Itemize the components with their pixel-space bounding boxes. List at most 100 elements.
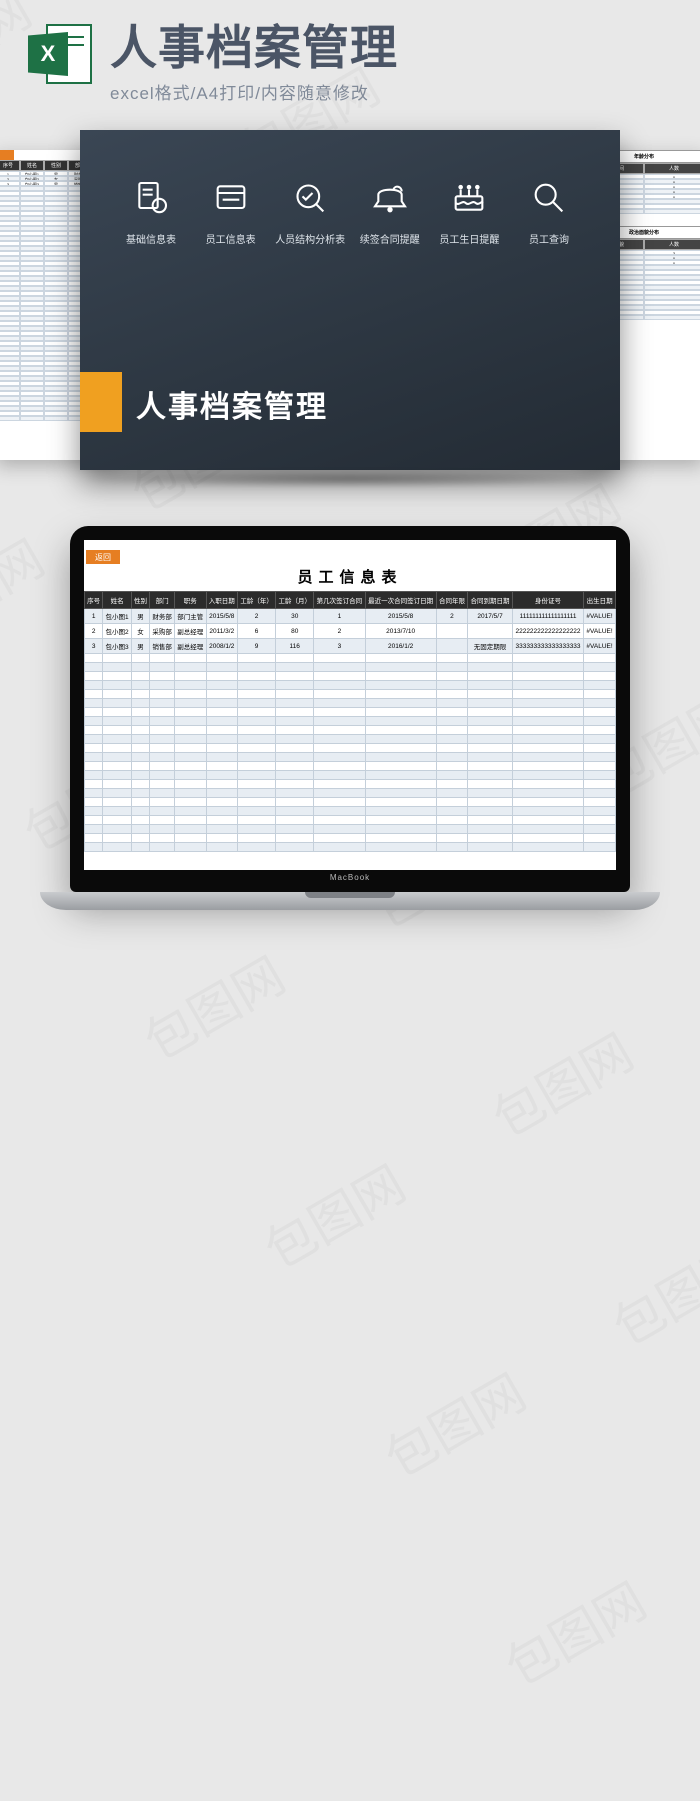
table-cell: [103, 825, 132, 834]
icon-label: 基础信息表: [126, 231, 176, 246]
analysis-button[interactable]: 人员结构分析表: [275, 178, 345, 246]
table-cell: [276, 672, 314, 681]
table-row[interactable]: [85, 663, 616, 672]
table-row[interactable]: [85, 753, 616, 762]
basic-info-button[interactable]: 基础信息表: [116, 178, 186, 246]
birthday-alert-button[interactable]: 员工生日提醒: [434, 178, 504, 246]
table-cell: [175, 708, 207, 717]
table-cell: [103, 834, 132, 843]
table-cell: 2015/5/8: [365, 609, 436, 624]
table-cell: [468, 717, 513, 726]
table-cell: [175, 717, 207, 726]
table-cell: [206, 771, 238, 780]
table-cell: [150, 816, 175, 825]
table-row[interactable]: [85, 699, 616, 708]
employee-info-button[interactable]: 员工信息表: [196, 178, 266, 246]
table-cell: 2015/5/8: [206, 609, 238, 624]
table-cell: [206, 753, 238, 762]
table-cell: [584, 807, 616, 816]
table-cell: [103, 672, 132, 681]
table-row[interactable]: [85, 816, 616, 825]
table-cell: [314, 834, 365, 843]
table-row[interactable]: [85, 708, 616, 717]
table-row[interactable]: [85, 825, 616, 834]
table-cell: 副总经理: [175, 639, 207, 654]
table-cell: [85, 663, 103, 672]
table-cell: [468, 780, 513, 789]
table-cell: [468, 726, 513, 735]
laptop-screen: 返回 员工信息表 序号姓名性别部门职务入职日期工龄（年）工龄（月）第几次签订合同…: [84, 540, 616, 870]
table-row[interactable]: 2包小图2女采购部副总经理2011/3/268022013/7/10222222…: [85, 624, 616, 639]
table-row[interactable]: [85, 807, 616, 816]
table-row[interactable]: [85, 744, 616, 753]
table-cell: [276, 663, 314, 672]
table-cell: [238, 807, 276, 816]
table-row[interactable]: [85, 843, 616, 852]
table-cell: [512, 681, 583, 690]
card-title: 人事档案管理: [122, 372, 348, 434]
table-cell: [436, 816, 468, 825]
table-cell: [512, 834, 583, 843]
table-cell: [512, 753, 583, 762]
table-cell: [131, 834, 149, 843]
table-cell: [103, 780, 132, 789]
table-cell: [436, 762, 468, 771]
table-cell: [436, 708, 468, 717]
table-cell: [468, 789, 513, 798]
table-cell: [468, 663, 513, 672]
table-cell: [85, 798, 103, 807]
table-cell: [103, 654, 132, 663]
excel-logo-letter: X: [28, 32, 68, 76]
return-button[interactable]: 返回: [86, 550, 120, 564]
table-cell: 包小图2: [103, 624, 132, 639]
table-row[interactable]: 1包小图1男财务部部门主管2015/5/823012015/5/822017/5…: [85, 609, 616, 624]
table-row[interactable]: [85, 834, 616, 843]
table-row[interactable]: [85, 798, 616, 807]
table-cell: [206, 834, 238, 843]
table-row[interactable]: [85, 717, 616, 726]
table-row[interactable]: [85, 672, 616, 681]
table-cell: [584, 753, 616, 762]
table-cell: [206, 825, 238, 834]
table-cell: [238, 816, 276, 825]
table-cell: [584, 663, 616, 672]
table-cell: [85, 681, 103, 690]
contract-alert-button[interactable]: 续签合同提醒: [355, 178, 425, 246]
table-cell: [314, 762, 365, 771]
table-row[interactable]: 3包小图3男销售部副总经理2008/1/2911632016/1/2无固定期限3…: [85, 639, 616, 654]
table-cell: [584, 717, 616, 726]
table-cell: [436, 780, 468, 789]
table-cell: [512, 843, 583, 852]
table-cell: [103, 807, 132, 816]
table-cell: [436, 789, 468, 798]
table-row[interactable]: [85, 771, 616, 780]
search-button[interactable]: 员工查询: [514, 178, 584, 246]
table-row[interactable]: [85, 762, 616, 771]
table-cell: [584, 825, 616, 834]
table-cell: [175, 690, 207, 699]
table-cell: [276, 843, 314, 852]
excel-logo: X: [28, 24, 92, 88]
table-cell: [85, 834, 103, 843]
table-cell: [512, 654, 583, 663]
table-cell: [85, 699, 103, 708]
table-cell: [85, 672, 103, 681]
table-row[interactable]: [85, 654, 616, 663]
column-header: 部门: [150, 592, 175, 609]
table-row[interactable]: [85, 726, 616, 735]
table-row[interactable]: [85, 780, 616, 789]
table-cell: [365, 699, 436, 708]
table-row[interactable]: [85, 690, 616, 699]
table-cell: 女: [131, 624, 149, 639]
employee-table: 序号姓名性别部门职务入职日期工龄（年）工龄（月）第几次签订合同最近一次合同签订日…: [84, 591, 616, 852]
table-cell: [436, 699, 468, 708]
table-cell: [468, 807, 513, 816]
table-cell: 部门主管: [175, 609, 207, 624]
table-row[interactable]: [85, 681, 616, 690]
table-cell: [131, 681, 149, 690]
table-cell: [584, 690, 616, 699]
table-cell: 111111111111111111: [512, 609, 583, 624]
table-row[interactable]: [85, 735, 616, 744]
laptop-mock: 返回 员工信息表 序号姓名性别部门职务入职日期工龄（年）工龄（月）第几次签订合同…: [0, 526, 700, 910]
table-row[interactable]: [85, 789, 616, 798]
